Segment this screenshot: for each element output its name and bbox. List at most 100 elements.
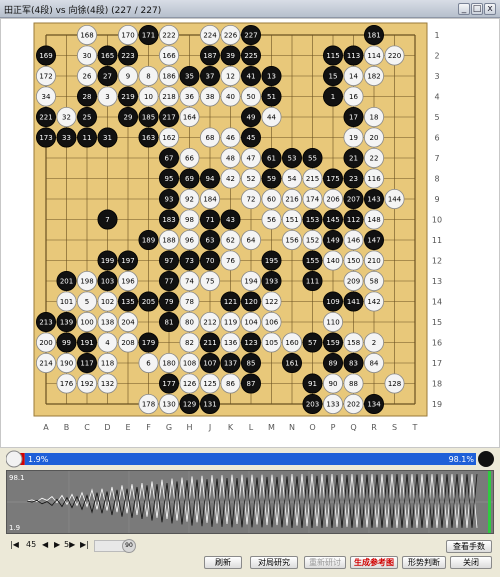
black-stone: 33 bbox=[56, 127, 77, 148]
move-slider-knob[interactable]: 90 bbox=[122, 539, 136, 553]
prev-move-button[interactable]: ◀ bbox=[42, 540, 48, 549]
move-number: 79 bbox=[165, 298, 174, 306]
black-stone: 211 bbox=[199, 332, 220, 353]
move-number: 104 bbox=[244, 319, 258, 327]
white-stone: 80 bbox=[179, 311, 200, 332]
move-number: 211 bbox=[203, 339, 216, 347]
move-number: 113 bbox=[347, 52, 360, 60]
move-number: 205 bbox=[142, 298, 155, 306]
move-number: 117 bbox=[80, 360, 93, 368]
move-number: 194 bbox=[244, 278, 258, 286]
white-stone: 64 bbox=[240, 229, 261, 250]
black-stone: 195 bbox=[261, 250, 282, 271]
black-stone: 17 bbox=[343, 107, 364, 128]
close-dialog-button[interactable]: 关闭 bbox=[450, 556, 492, 569]
move-number: 88 bbox=[349, 380, 358, 388]
white-stone: 218 bbox=[158, 86, 179, 107]
move-number: 175 bbox=[326, 175, 339, 183]
move-number: 186 bbox=[162, 73, 176, 81]
row-label: 15 bbox=[432, 318, 442, 327]
white-stone: 132 bbox=[97, 373, 118, 394]
move-number: 140 bbox=[326, 257, 339, 265]
white-stone: 90 bbox=[322, 373, 343, 394]
black-stone: 89 bbox=[322, 352, 343, 373]
move-number: 94 bbox=[206, 175, 215, 183]
move-number: 49 bbox=[247, 114, 256, 122]
move-number: 102 bbox=[101, 298, 114, 306]
back-n-button[interactable]: 45 bbox=[26, 540, 36, 549]
black-stone: 189 bbox=[138, 229, 159, 250]
white-stone: 140 bbox=[322, 250, 343, 271]
row-label: 11 bbox=[432, 236, 442, 245]
white-stone: 96 bbox=[179, 229, 200, 250]
black-stone: 217 bbox=[158, 107, 179, 128]
col-label: K bbox=[228, 423, 234, 432]
black-stone: 107 bbox=[199, 352, 220, 373]
board-panel: 1 2 3 4 5 6 7 8 9 10 11 12 13 14 15 16 17 18 19 A B C D E F G H J K L… bbox=[0, 18, 500, 448]
restudy-button[interactable]: 重新研讨 bbox=[304, 556, 346, 569]
move-number: 99 bbox=[62, 339, 71, 347]
white-stone: 76 bbox=[220, 250, 241, 271]
white-stone: 168 bbox=[77, 24, 98, 46]
white-stone: 212 bbox=[199, 311, 220, 332]
white-stone: 86 bbox=[220, 373, 241, 394]
minimize-button[interactable]: _ bbox=[458, 3, 470, 15]
row-label: 2 bbox=[434, 52, 439, 61]
white-stone: 110 bbox=[322, 311, 343, 332]
move-number: 171 bbox=[142, 32, 155, 40]
move-number: 227 bbox=[244, 32, 257, 40]
move-number: 177 bbox=[162, 380, 175, 388]
white-stone: 142 bbox=[363, 291, 384, 312]
white-stone: 216 bbox=[281, 188, 302, 209]
move-number: 9 bbox=[126, 73, 130, 81]
black-stone: 27 bbox=[97, 66, 118, 87]
black-stone: 13 bbox=[261, 66, 282, 87]
move-number: 149 bbox=[326, 237, 339, 245]
white-stone: 9 bbox=[118, 66, 139, 87]
white-stone: 151 bbox=[281, 209, 302, 230]
white-stone: 200 bbox=[36, 332, 57, 353]
white-stone: 178 bbox=[138, 393, 159, 414]
move-number: 32 bbox=[62, 114, 71, 122]
move-number: 95 bbox=[165, 175, 174, 183]
move-number: 191 bbox=[80, 339, 93, 347]
move-number: 189 bbox=[142, 237, 155, 245]
move-number: 133 bbox=[326, 401, 339, 409]
move-number: 34 bbox=[42, 93, 51, 101]
judge-position-button[interactable]: 形势判断 bbox=[402, 556, 446, 569]
black-stone: 221 bbox=[36, 107, 57, 128]
move-number: 223 bbox=[121, 52, 134, 60]
last-move-button[interactable]: ▶| bbox=[80, 540, 89, 549]
maximize-button[interactable]: □ bbox=[471, 3, 483, 15]
move-number: 27 bbox=[103, 73, 112, 81]
view-moves-button[interactable]: 查看手数 bbox=[446, 540, 492, 553]
move-number: 123 bbox=[244, 339, 257, 347]
white-stone: 19 bbox=[343, 127, 364, 148]
move-number: 143 bbox=[367, 196, 380, 204]
forward-n-button[interactable]: 5▶ bbox=[64, 540, 75, 549]
first-move-button[interactable]: |◀ bbox=[10, 540, 19, 549]
black-stone: 112 bbox=[343, 209, 364, 230]
refresh-button[interactable]: 刷新 bbox=[204, 556, 242, 569]
black-stone: 165 bbox=[97, 45, 118, 66]
move-number: 225 bbox=[244, 52, 257, 60]
go-board[interactable]: 12345678910111213141516171819A B C D E F G H J K L… bbox=[1, 19, 499, 447]
black-stone: 111 bbox=[302, 270, 323, 291]
study-button[interactable]: 对局研究 bbox=[250, 556, 298, 569]
generate-reference-button[interactable]: 生成参考图 bbox=[350, 556, 398, 569]
col-label: Q bbox=[350, 423, 356, 432]
close-button[interactable]: x bbox=[484, 3, 496, 15]
white-stone: 150 bbox=[343, 250, 364, 271]
next-move-button[interactable]: ▶ bbox=[54, 540, 60, 549]
move-number: 208 bbox=[121, 339, 134, 347]
white-stone: 144 bbox=[384, 188, 405, 209]
move-number: 174 bbox=[306, 196, 320, 204]
move-number: 36 bbox=[185, 93, 194, 101]
row-label: 8 bbox=[434, 175, 439, 184]
move-number: 219 bbox=[121, 93, 134, 101]
move-number: 21 bbox=[349, 155, 358, 163]
move-number: 4 bbox=[105, 339, 110, 347]
move-number: 131 bbox=[203, 401, 216, 409]
white-stone: 44 bbox=[261, 107, 282, 128]
white-stone: 36 bbox=[179, 86, 200, 107]
